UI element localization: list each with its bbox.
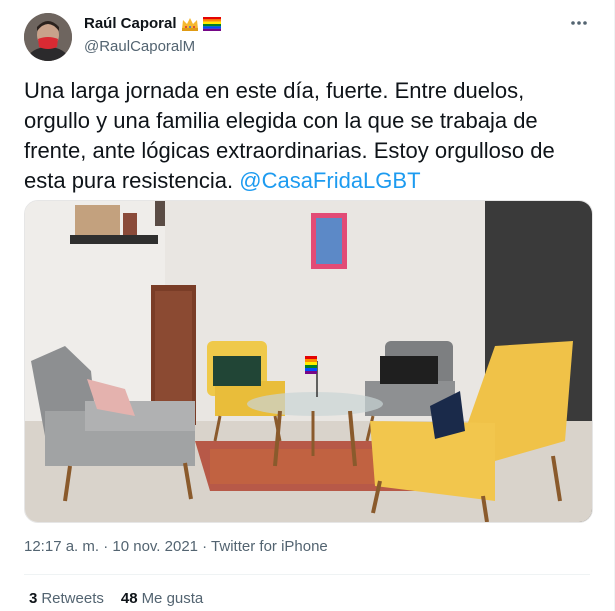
mention-link[interactable]: @CasaFridaLGBT <box>239 168 420 193</box>
likes-count: 48 <box>120 590 138 607</box>
tweet-card: Raúl Caporal @RaulCaporalM Una larga jor… <box>0 0 615 611</box>
more-options-icon[interactable] <box>568 12 590 34</box>
divider <box>24 574 590 575</box>
crown-emoji-icon <box>181 17 199 31</box>
likes-stat[interactable]: 48 Me gusta <box>121 590 203 607</box>
tweet-text: Una larga jornada en este día, fuerte. E… <box>24 76 594 196</box>
rainbow-flag-icon <box>202 16 221 31</box>
author-name-row: Raúl Caporal <box>84 15 221 32</box>
room-photo-illustration <box>25 201 592 522</box>
retweets-label: Retweets <box>41 590 104 607</box>
tweet-photo[interactable] <box>24 200 593 523</box>
author-handle[interactable]: @RaulCaporalM <box>84 38 195 55</box>
tweet-stats: 3 Retweets 48 Me gusta <box>29 590 203 607</box>
retweets-count: 3 <box>29 590 38 607</box>
avatar[interactable] <box>24 13 72 61</box>
likes-label: Me gusta <box>141 590 204 607</box>
author-name[interactable]: Raúl Caporal <box>84 15 177 32</box>
tweet-timestamp[interactable]: 12:17 a. m. · 10 nov. 2021 · Twitter for… <box>24 538 328 555</box>
retweets-stat[interactable]: 3 Retweets <box>29 590 104 607</box>
avatar-photo <box>24 13 72 61</box>
